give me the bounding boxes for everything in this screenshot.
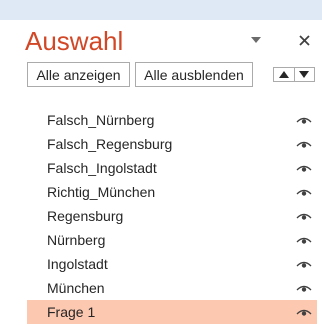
- object-list: Falsch_Nürnberg Falsch_Regensburg Falsch…: [27, 108, 317, 324]
- eye-icon: [296, 189, 312, 196]
- close-button[interactable]: [293, 29, 315, 51]
- close-icon: [298, 34, 310, 46]
- visibility-toggle[interactable]: [295, 258, 313, 270]
- list-item[interactable]: München: [27, 276, 317, 300]
- list-item-selected[interactable]: Frage 1: [27, 300, 317, 324]
- reorder-buttons: [273, 67, 315, 82]
- eye-icon: [296, 237, 312, 244]
- list-item[interactable]: Nürnberg: [27, 228, 317, 252]
- list-item-label: München: [47, 280, 105, 296]
- window-top-strip: [0, 0, 322, 20]
- eye-icon: [296, 165, 312, 172]
- eye-icon: [296, 213, 312, 220]
- triangle-down-icon: [251, 37, 261, 43]
- move-down-button[interactable]: [293, 68, 315, 81]
- triangle-down-icon: [299, 71, 310, 78]
- list-item[interactable]: Regensburg: [27, 204, 317, 228]
- list-item-label: Regensburg: [47, 208, 124, 224]
- visibility-toggle[interactable]: [295, 114, 313, 126]
- visibility-toggle[interactable]: [295, 210, 313, 222]
- list-item[interactable]: Falsch_Regensburg: [27, 132, 317, 156]
- list-item-label: Richtig_München: [47, 184, 156, 200]
- list-item-label: Nürnberg: [47, 232, 106, 248]
- selection-pane: Auswahl Alle anzeigen Alle ausblenden Fa…: [0, 0, 322, 325]
- eye-icon: [296, 117, 312, 124]
- list-item[interactable]: Falsch_Nürnberg: [27, 108, 317, 132]
- visibility-toggle[interactable]: [295, 282, 313, 294]
- pane-options-button[interactable]: [245, 30, 267, 50]
- hide-all-button[interactable]: Alle ausblenden: [135, 62, 253, 87]
- list-item-label: Falsch_Regensburg: [47, 136, 173, 152]
- visibility-toggle[interactable]: [295, 234, 313, 246]
- list-item[interactable]: Ingolstadt: [27, 252, 317, 276]
- move-up-button[interactable]: [274, 68, 294, 81]
- show-all-button[interactable]: Alle anzeigen: [27, 62, 130, 87]
- visibility-toggle[interactable]: [295, 306, 313, 318]
- pane-title: Auswahl: [25, 26, 124, 56]
- visibility-toggle[interactable]: [295, 138, 313, 150]
- triangle-up-icon: [278, 71, 289, 78]
- eye-icon: [296, 141, 312, 148]
- list-item[interactable]: Richtig_München: [27, 180, 317, 204]
- list-item[interactable]: Falsch_Ingolstadt: [27, 156, 317, 180]
- visibility-toggle[interactable]: [295, 186, 313, 198]
- eye-icon: [296, 285, 312, 292]
- eye-icon: [296, 261, 312, 268]
- list-item-label: Falsch_Ingolstadt: [47, 160, 157, 176]
- list-item-label: Ingolstadt: [47, 256, 108, 272]
- list-item-label: Falsch_Nürnberg: [47, 112, 155, 128]
- list-item-label: Frage 1: [47, 304, 96, 320]
- visibility-toggle[interactable]: [295, 162, 313, 174]
- eye-icon: [296, 309, 312, 316]
